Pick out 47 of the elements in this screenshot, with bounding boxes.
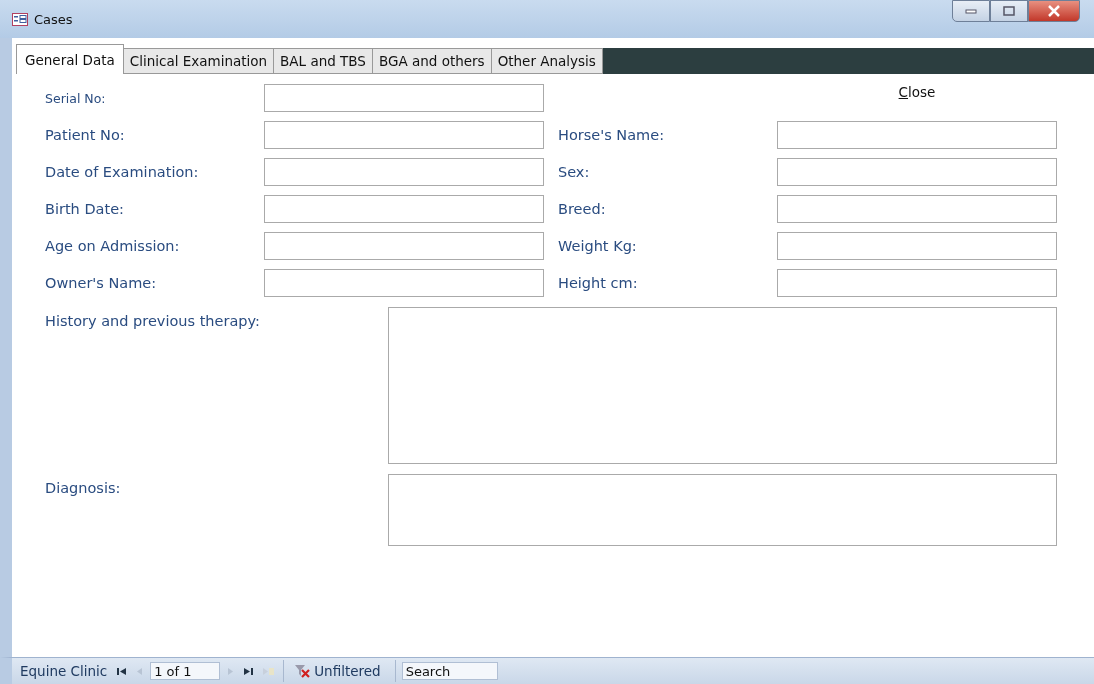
field-label: Breed: [557, 201, 607, 217]
minimize-button[interactable] [952, 0, 990, 22]
tab[interactable]: BGA and others [372, 48, 492, 74]
field-label: Diagnosis: [45, 479, 122, 496]
input-field[interactable] [777, 232, 1057, 260]
maximize-button[interactable] [990, 0, 1028, 22]
first-record-button[interactable] [115, 666, 129, 676]
tab[interactable]: Clinical Examination [123, 48, 275, 74]
tab[interactable]: BAL and TBS [274, 48, 373, 74]
previous-record-button[interactable] [134, 666, 145, 676]
input-field[interactable] [777, 269, 1057, 297]
window-title: Cases [34, 11, 73, 27]
field-label: Horse's Name: [557, 127, 666, 143]
search-field[interactable]: Search [401, 662, 498, 680]
field-label: Owner's Name: [45, 275, 158, 291]
filter-icon [294, 664, 311, 678]
input-field[interactable] [264, 121, 544, 149]
field-label: Height cm: [557, 275, 639, 291]
input-field[interactable] [777, 121, 1057, 149]
tab[interactable]: Other Analysis [491, 48, 603, 74]
input-field[interactable] [264, 269, 544, 297]
input-field[interactable] [777, 195, 1057, 223]
input-field[interactable] [264, 232, 544, 260]
input-field[interactable] [777, 158, 1057, 186]
close-button[interactable]: Close [898, 84, 936, 100]
field-label: History and previous therapy: [45, 312, 261, 329]
form-name: Equine Clinic [20, 663, 108, 679]
field-label: Date of Examination: [45, 164, 200, 180]
field-label: Weight Kg: [557, 238, 638, 254]
field-label: Serial No: [45, 90, 107, 106]
minimize-icon [965, 8, 977, 14]
tab[interactable]: General Data [16, 44, 124, 74]
field-label: Patient No: [45, 127, 126, 143]
text-area[interactable] [388, 474, 1057, 546]
maximize-icon [1003, 6, 1015, 16]
close-icon [1047, 5, 1061, 17]
field-label: Birth Date: [45, 201, 125, 217]
input-field[interactable] [264, 84, 544, 112]
record-field[interactable]: 1 of 1 [150, 662, 221, 680]
close-window-button[interactable] [1028, 0, 1080, 22]
field-label: Sex: [557, 164, 591, 180]
field-label: Age on Admission: [45, 238, 181, 254]
filter-button[interactable]: Unfiltered [290, 663, 389, 679]
last-record-button[interactable] [242, 666, 256, 676]
form-icon [12, 12, 28, 26]
input-field[interactable] [264, 158, 544, 186]
input-field[interactable] [264, 195, 544, 223]
